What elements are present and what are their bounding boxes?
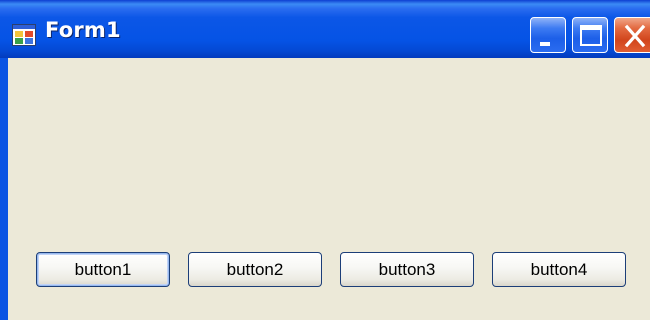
minimize-button[interactable] [530, 17, 566, 53]
form-window: Form1 button1 button2 button3 button4 [0, 0, 650, 320]
maximize-button[interactable] [572, 17, 608, 53]
title-bar[interactable]: Form1 [0, 0, 650, 58]
close-button[interactable] [614, 17, 650, 53]
minimize-icon [540, 42, 550, 46]
button2[interactable]: button2 [188, 252, 322, 287]
form-client-area: button1 button2 button3 button4 [8, 58, 650, 320]
button4[interactable]: button4 [492, 252, 626, 287]
maximize-icon [580, 25, 602, 46]
button1[interactable]: button1 [36, 252, 170, 287]
form-app-icon[interactable] [12, 24, 36, 46]
window-title: Form1 [45, 18, 121, 42]
close-icon [624, 24, 646, 48]
button3[interactable]: button3 [340, 252, 474, 287]
